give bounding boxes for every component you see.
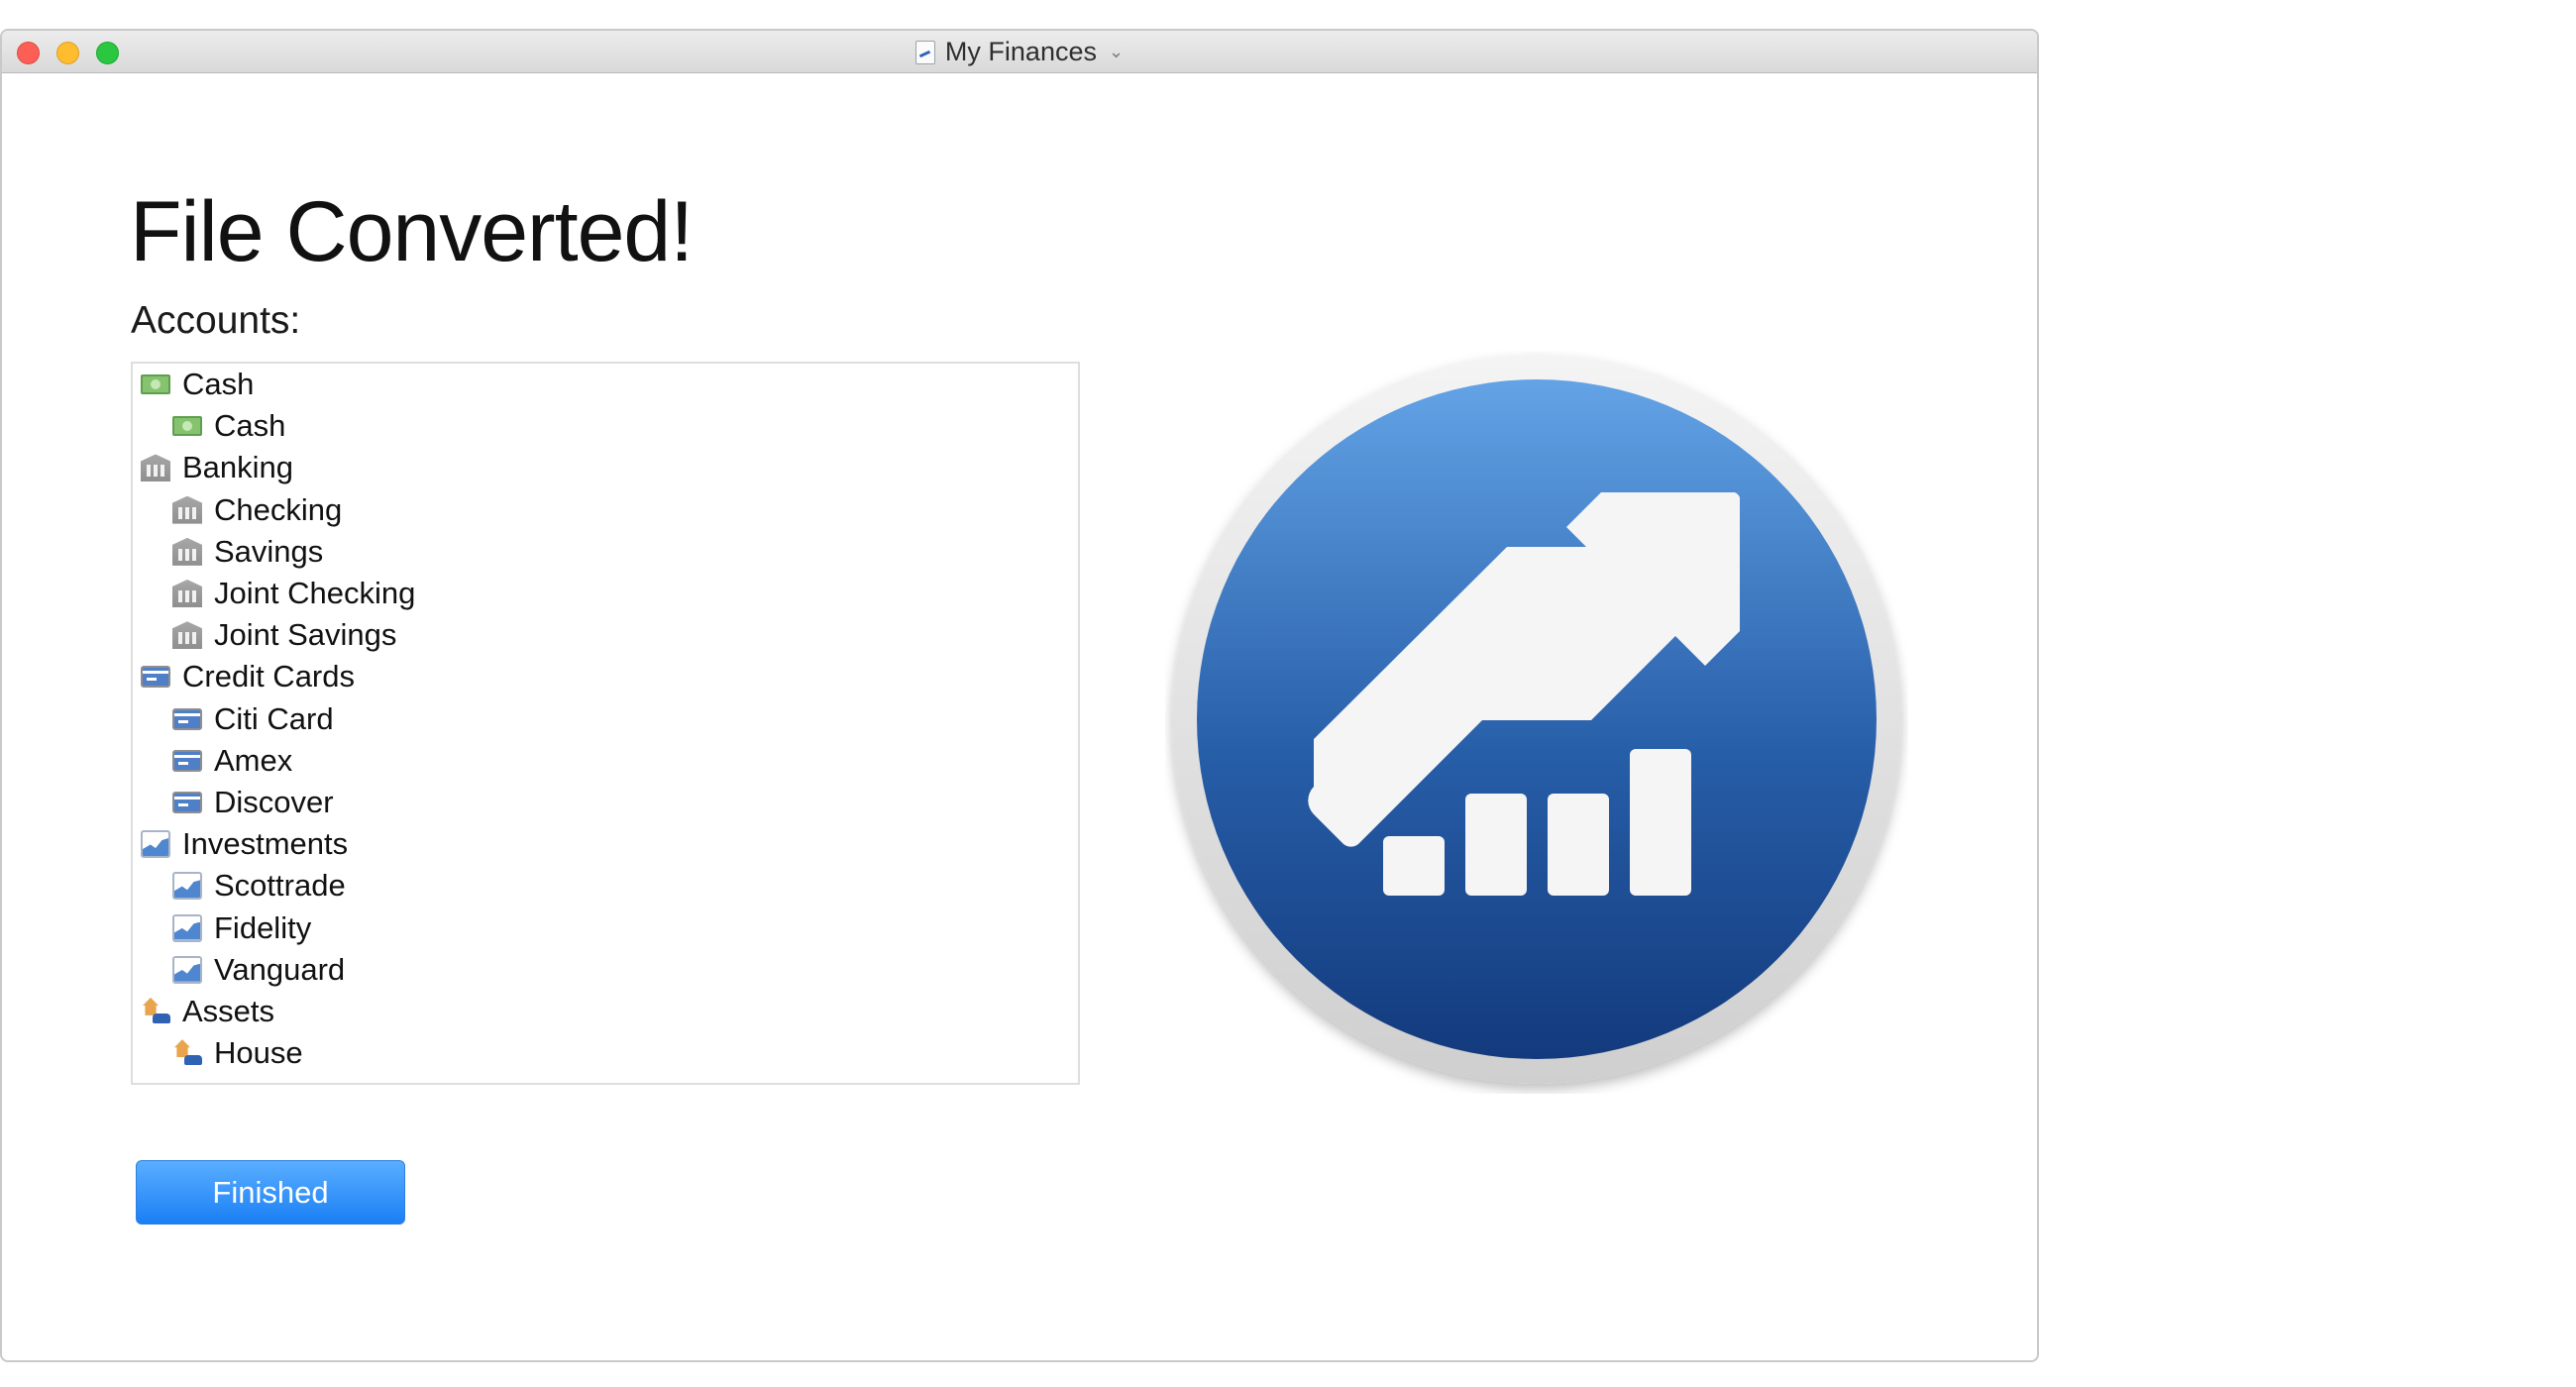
investment-chart-icon — [172, 913, 202, 942]
account-label: Cash — [182, 367, 255, 402]
account-row[interactable]: Joint Savings — [133, 614, 1078, 656]
account-label: Joint Savings — [214, 617, 397, 653]
account-label: Fidelity — [214, 909, 312, 945]
house-car-icon — [141, 998, 170, 1025]
account-row[interactable]: Investments — [133, 823, 1078, 865]
account-row[interactable]: Assets — [133, 991, 1078, 1032]
account-label: Savings — [214, 533, 324, 569]
cash-icon — [172, 416, 202, 437]
account-row[interactable]: Amex — [133, 740, 1078, 782]
account-label: Credit Cards — [182, 659, 355, 694]
app-logo-growth-arrow-icon — [1172, 355, 1901, 1084]
account-label: Investments — [182, 826, 349, 862]
credit-card-icon — [172, 791, 202, 813]
account-label: Checking — [214, 491, 343, 527]
accounts-label: Accounts: — [131, 299, 301, 342]
credit-card-icon — [172, 707, 202, 730]
bank-icon — [172, 537, 202, 566]
account-label: Citi Card — [214, 700, 334, 736]
account-row[interactable]: Fidelity — [133, 907, 1078, 948]
account-row[interactable]: Credit Cards — [133, 656, 1078, 697]
account-row[interactable]: Savings — [133, 531, 1078, 573]
account-row[interactable]: Banking — [133, 447, 1078, 488]
account-row[interactable]: Citi Card — [133, 698, 1078, 740]
document-icon — [914, 40, 935, 64]
account-row[interactable]: Cash — [133, 405, 1078, 447]
page-title: File Converted! — [130, 184, 694, 279]
title-bar[interactable]: My Finances ⌄ — [2, 31, 2037, 73]
account-row[interactable]: House — [133, 1032, 1078, 1074]
bank-icon — [172, 621, 202, 650]
account-row[interactable]: Scottrade — [133, 865, 1078, 907]
account-label: Amex — [214, 742, 293, 778]
account-label: House — [214, 1035, 303, 1071]
account-label: Assets — [182, 993, 275, 1028]
account-label: Banking — [182, 450, 294, 485]
bank-icon — [172, 580, 202, 608]
account-row[interactable]: Vanguard — [133, 949, 1078, 991]
bank-icon — [141, 454, 170, 482]
account-label: Cash — [214, 408, 286, 444]
investment-chart-icon — [172, 872, 202, 901]
account-row[interactable]: Discover — [133, 782, 1078, 823]
bank-icon — [172, 495, 202, 524]
account-row[interactable]: Cash — [133, 364, 1078, 405]
accounts-list[interactable]: Cash Cash Banking Checking Savings Joint Chec… — [131, 362, 1080, 1085]
account-label: Discover — [214, 784, 334, 819]
investment-chart-icon — [172, 955, 202, 984]
house-car-icon — [172, 1039, 202, 1067]
window-title: My Finances — [944, 37, 1097, 66]
finished-button[interactable]: Finished — [136, 1160, 405, 1225]
credit-card-icon — [172, 749, 202, 772]
account-row[interactable]: Joint Checking — [133, 573, 1078, 614]
account-row[interactable]: Checking — [133, 489, 1078, 531]
account-label: Scottrade — [214, 868, 346, 904]
cash-icon — [141, 374, 170, 395]
account-label: Joint Checking — [214, 576, 416, 611]
chevron-down-icon[interactable]: ⌄ — [1109, 42, 1124, 62]
account-label: Vanguard — [214, 951, 346, 987]
investment-chart-icon — [141, 830, 170, 859]
window-title-group[interactable]: My Finances ⌄ — [2, 31, 2037, 73]
credit-card-icon — [141, 666, 170, 689]
